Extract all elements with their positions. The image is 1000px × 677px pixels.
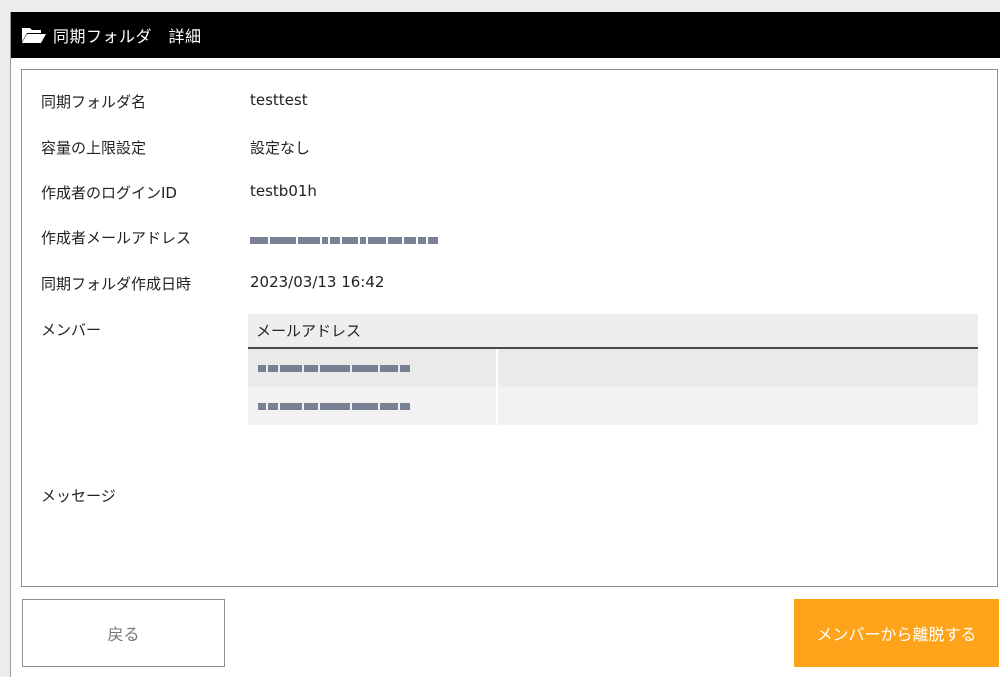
redacted-text: [250, 236, 438, 246]
capacity-label: 容量の上限設定: [41, 139, 147, 157]
message-label: メッセージ: [41, 487, 116, 505]
back-button[interactable]: 戻る: [22, 599, 225, 667]
member-row[interactable]: [248, 349, 978, 387]
folder-details-dialog: 同期フォルダ 詳細 同期フォルダ名 testtest 容量の上限設定 設定なし …: [10, 12, 1000, 677]
redacted-text: [258, 363, 410, 373]
folder-open-icon: [22, 28, 46, 43]
members-label: メンバー: [41, 321, 102, 339]
member-extra-cell: [498, 387, 978, 425]
capacity-value: 設定なし: [250, 139, 311, 157]
members-table: メールアドレス: [248, 314, 978, 425]
member-row[interactable]: [248, 387, 978, 425]
folder-name-value: testtest: [250, 91, 308, 109]
creator-email-value-redacted: [250, 230, 438, 248]
created-at-value: 2023/03/13 16:42: [250, 273, 385, 291]
leave-membership-button[interactable]: メンバーから離脱する: [794, 599, 999, 667]
creator-login-value: testb01h: [250, 182, 317, 200]
member-email-cell-redacted: [248, 349, 498, 387]
creator-login-label: 作成者のログインID: [41, 184, 177, 202]
folder-name-label: 同期フォルダ名: [41, 93, 147, 111]
member-extra-cell: [498, 349, 978, 387]
creator-email-label: 作成者メールアドレス: [41, 229, 192, 247]
created-at-label: 同期フォルダ作成日時: [41, 275, 192, 293]
window-title: 同期フォルダ 詳細: [53, 27, 202, 46]
redacted-text: [258, 401, 410, 411]
title-bar: 同期フォルダ 詳細: [11, 12, 1000, 58]
email-column-header: メールアドレス: [248, 314, 978, 349]
details-panel: 同期フォルダ名 testtest 容量の上限設定 設定なし 作成者のログインID…: [21, 69, 998, 587]
member-email-cell-redacted: [248, 387, 498, 425]
